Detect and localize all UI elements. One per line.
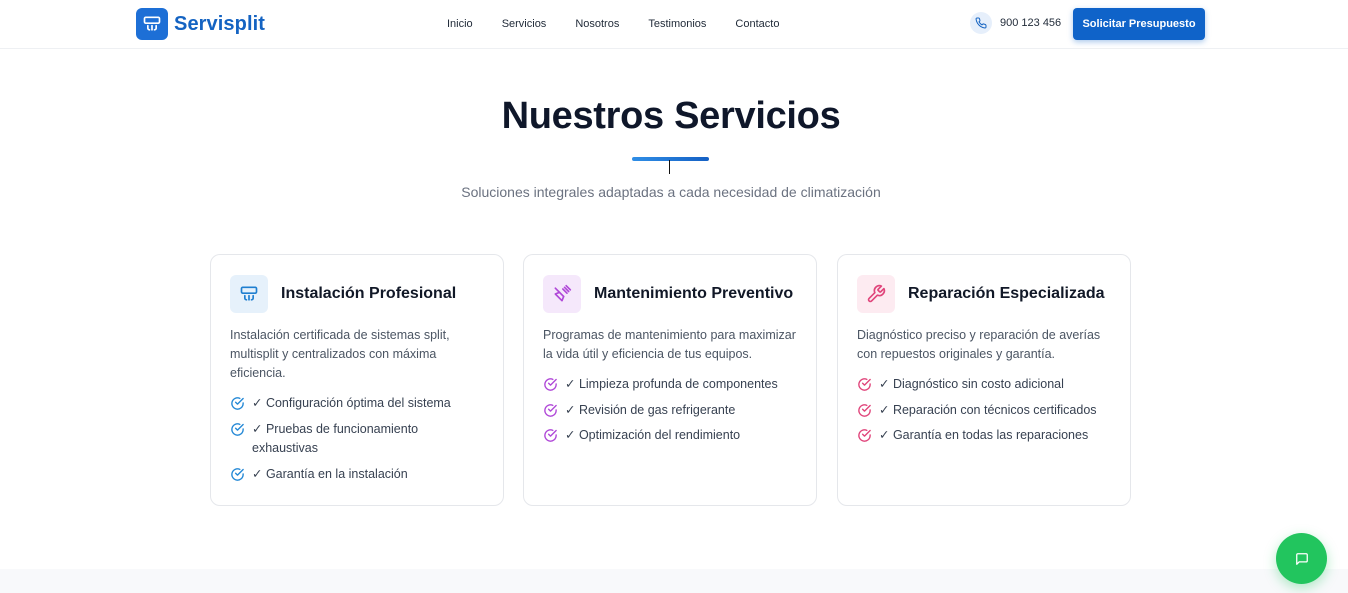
check-circle-icon xyxy=(231,422,244,436)
feature-item: ✓ Garantía en todas las reparaciones xyxy=(857,426,1111,446)
site-header: Servisplit Inicio Servicios Nosotros Tes… xyxy=(0,0,1348,49)
chat-icon xyxy=(1295,552,1308,565)
card-description: Diagnóstico preciso y reparación de aver… xyxy=(857,328,1101,361)
phone-number: 900 123 456 xyxy=(1000,17,1062,29)
title-underline xyxy=(632,157,709,161)
feature-list: ✓ Diagnóstico sin costo adicional ✓ Repa… xyxy=(857,375,1111,446)
nav-contacto[interactable]: Contacto xyxy=(735,17,779,31)
feature-list: ✓ Limpieza profunda de componentes ✓ Rev… xyxy=(543,375,797,446)
feature-text: ✓ Reparación con técnicos certificados xyxy=(879,402,1097,417)
request-quote-button[interactable]: Solicitar Presupuesto xyxy=(1073,8,1205,40)
spray-icon xyxy=(543,275,581,313)
check-circle-icon xyxy=(858,403,871,417)
card-title: Reparación Especializada xyxy=(908,285,1105,302)
feature-text: ✓ Configuración óptima del sistema xyxy=(252,396,451,410)
feature-item: ✓ Revisión de gas refrigerante xyxy=(543,401,797,421)
check-circle-icon xyxy=(231,467,244,481)
card-title: Mantenimiento Preventivo xyxy=(594,285,794,302)
feature-item: ✓ Reparación con técnicos certificados xyxy=(857,401,1111,421)
text-cursor xyxy=(669,160,670,174)
section-title: Nuestros Servicios xyxy=(501,95,841,137)
check-circle-icon xyxy=(858,378,871,391)
service-card-maintenance: Mantenimiento Preventivo Programas de ma… xyxy=(523,254,817,506)
brand-name: Servisplit xyxy=(174,12,266,35)
card-description: Programas de mantenimiento para maximiza… xyxy=(543,328,796,361)
chat-button[interactable] xyxy=(1276,533,1327,584)
nav-servicios[interactable]: Servicios xyxy=(502,17,547,31)
feature-list: ✓ Configuración óptima del sistema ✓ Pru… xyxy=(230,394,484,484)
nav-inicio[interactable]: Inicio xyxy=(447,17,473,31)
feature-item: ✓ Configuración óptima del sistema xyxy=(230,394,484,414)
section-subtitle: Soluciones integrales adaptadas a cada n… xyxy=(461,184,881,200)
card-description: Instalación certificada de sistemas spli… xyxy=(230,328,450,380)
phone-link[interactable]: 900 123 456 xyxy=(970,12,1061,34)
feature-text: ✓ Optimización del rendimiento xyxy=(565,428,741,442)
feature-item: ✓ Limpieza profunda de componentes xyxy=(543,375,797,395)
feature-item: ✓ Diagnóstico sin costo adicional xyxy=(857,375,1111,395)
nav-testimonios[interactable]: Testimonios xyxy=(648,17,706,31)
check-circle-icon xyxy=(544,429,557,442)
check-circle-icon xyxy=(544,403,557,417)
feature-text: ✓ Diagnóstico sin costo adicional xyxy=(879,377,1064,391)
wrench-icon xyxy=(857,275,895,313)
feature-text: ✓ Limpieza profunda de componentes xyxy=(565,377,778,391)
air-conditioner-icon xyxy=(230,275,268,313)
brand-logo[interactable]: Servisplit xyxy=(136,8,265,40)
air-conditioner-icon xyxy=(136,8,168,40)
feature-text: ✓ Garantía en todas las reparaciones xyxy=(879,428,1089,442)
service-card-repair: Reparación Especializada Diagnóstico pre… xyxy=(837,254,1131,506)
card-title: Instalación Profesional xyxy=(281,285,457,302)
feature-item: ✓ Garantía en la instalación xyxy=(230,465,484,485)
check-circle-icon xyxy=(231,397,244,410)
feature-text: ✓ Revisión de gas refrigerante xyxy=(565,402,736,417)
main-nav: Inicio Servicios Nosotros Testimonios Co… xyxy=(447,17,808,31)
next-section-strip xyxy=(0,569,1348,593)
feature-text: ✓ Pruebas de funcionamiento exhaustivas xyxy=(252,421,419,456)
service-card-installation: Instalación Profesional Instalación cert… xyxy=(210,254,504,506)
check-circle-icon xyxy=(544,378,557,391)
phone-icon xyxy=(970,12,992,34)
feature-text: ✓ Garantía en la instalación xyxy=(252,466,408,481)
nav-nosotros[interactable]: Nosotros xyxy=(575,17,619,31)
check-circle-icon xyxy=(858,429,871,442)
feature-item: ✓ Pruebas de funcionamiento exhaustivas xyxy=(230,420,484,459)
feature-item: ✓ Optimización del rendimiento xyxy=(543,426,797,446)
